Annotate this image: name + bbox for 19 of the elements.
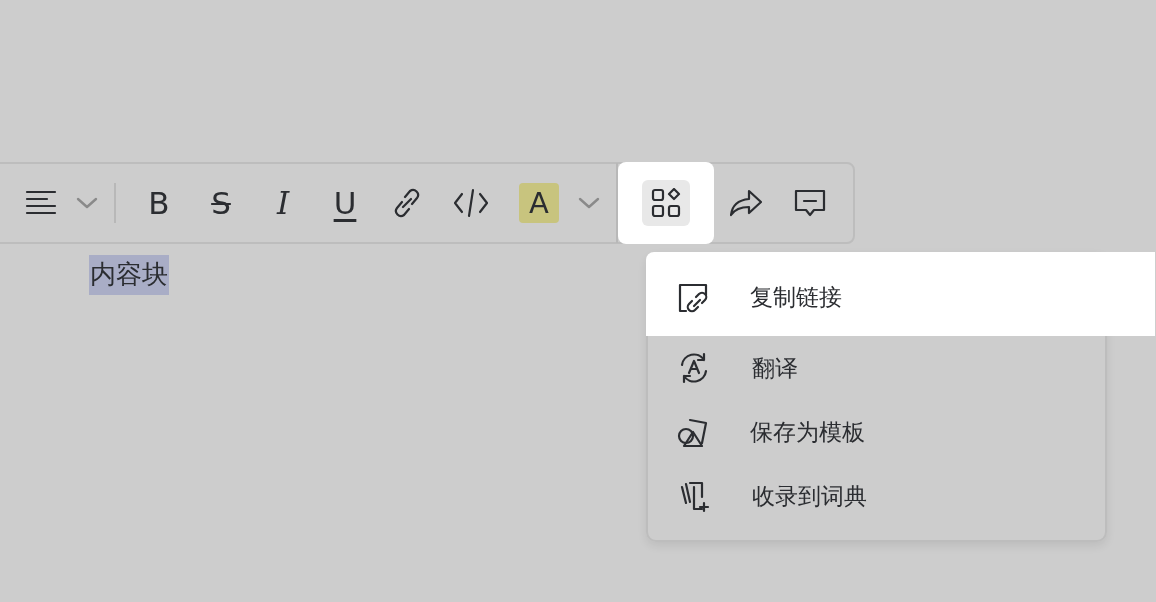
share-arrow-icon	[729, 189, 763, 217]
comment-icon	[793, 188, 827, 218]
menu-item[interactable]: 复制链接	[646, 252, 1155, 336]
link-icon	[393, 187, 421, 219]
menu-item[interactable]: 翻译	[648, 336, 1105, 400]
strikethrough-button[interactable]: S	[201, 179, 241, 227]
apps-button[interactable]	[618, 162, 714, 244]
underline-button[interactable]: U	[325, 179, 365, 227]
italic-button[interactable]: I	[263, 179, 303, 227]
align-left-icon	[25, 189, 57, 217]
selected-text: 内容块	[89, 255, 169, 295]
code-icon	[453, 188, 489, 218]
caret-icon	[76, 196, 98, 210]
bold-button[interactable]: B	[139, 179, 179, 227]
apps-icon	[651, 188, 681, 218]
menu-item[interactable]: 保存为模板	[648, 400, 1105, 464]
caret-icon	[578, 196, 600, 210]
shapes-icon	[676, 416, 710, 448]
menu-item[interactable]: 收录到词典	[648, 464, 1105, 528]
